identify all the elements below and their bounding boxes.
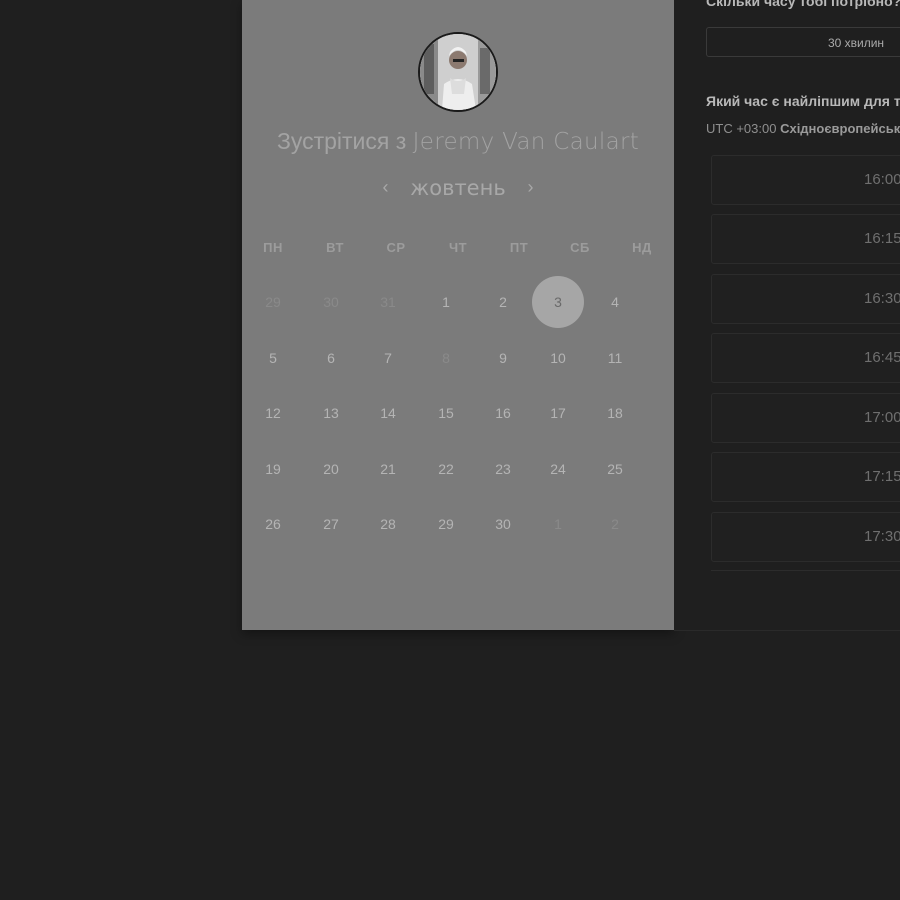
weekday-label: ПТ xyxy=(509,240,529,255)
calendar-day: 29 xyxy=(265,294,281,310)
calendar-day[interactable]: 5 xyxy=(256,350,290,366)
calendar-day[interactable]: 11 xyxy=(598,350,632,366)
calendar-day[interactable]: 6 xyxy=(314,350,348,366)
weekday-label: НД xyxy=(632,240,652,255)
weekday-label: СБ xyxy=(570,240,590,255)
calendar-day: 1 xyxy=(554,516,562,532)
calendar-day[interactable]: 25 xyxy=(598,461,632,477)
month-navigation: ‹ жовтень › xyxy=(242,176,674,201)
time-slot-button[interactable]: 17:30 xyxy=(711,512,900,562)
avatar xyxy=(418,32,498,112)
weekday-label: СР xyxy=(386,240,406,255)
calendar-day[interactable]: 2 xyxy=(486,294,520,310)
time-slot-button[interactable]: 16:45 xyxy=(711,333,900,383)
time-slot-button[interactable]: 17:15 xyxy=(711,452,900,502)
time-slot-button[interactable]: 16:00 xyxy=(711,155,900,205)
time-slot-button[interactable]: 17:00 xyxy=(711,393,900,443)
calendar-day: 30 xyxy=(323,294,339,310)
time-question: Який час є найліпшим для тебе? xyxy=(706,93,900,109)
calendar-day: 31 xyxy=(380,294,396,310)
calendar-day: 8 xyxy=(442,350,450,366)
calendar-day[interactable]: 27 xyxy=(314,516,348,532)
calendar-day[interactable]: 9 xyxy=(486,350,520,366)
avatar-photo-icon xyxy=(420,34,496,110)
scheduler-page: Зустрітися з Jeremy Van Caulart ‹ жовтен… xyxy=(0,0,900,900)
calendar-day[interactable]: 12 xyxy=(256,405,290,421)
calendar-day[interactable]: 13 xyxy=(314,405,348,421)
calendar-day[interactable]: 24 xyxy=(541,461,575,477)
calendar-day[interactable]: 22 xyxy=(429,461,463,477)
meeting-title: Зустрітися з Jeremy Van Caulart xyxy=(242,128,674,155)
meeting-title-person: Jeremy Van Caulart xyxy=(412,129,640,155)
prev-month-chevron-icon[interactable]: ‹ xyxy=(372,177,398,198)
duration-select[interactable]: 30 хвилин xyxy=(706,27,900,57)
calendar-day-selected[interactable]: 3 xyxy=(532,276,584,328)
time-selection-panel: Скільки часу тобі потрібно? 30 хвилин Як… xyxy=(674,0,900,630)
calendar-day[interactable]: 30 xyxy=(486,516,520,532)
calendar-day[interactable]: 4 xyxy=(598,294,632,310)
next-month-chevron-icon[interactable]: › xyxy=(518,177,544,198)
calendar-day[interactable]: 19 xyxy=(256,461,290,477)
calendar-day[interactable]: 14 xyxy=(371,405,405,421)
calendar-day[interactable]: 7 xyxy=(371,350,405,366)
divider xyxy=(711,570,900,571)
duration-question: Скільки часу тобі потрібно? xyxy=(706,0,900,9)
time-slot-button[interactable]: 16:30 xyxy=(711,274,900,324)
calendar-day[interactable]: 28 xyxy=(371,516,405,532)
timezone-offset: UTC +03:00 xyxy=(706,121,777,136)
calendar-day[interactable]: 21 xyxy=(371,461,405,477)
calendar-day[interactable]: 20 xyxy=(314,461,348,477)
calendar-day[interactable]: 1 xyxy=(429,294,463,310)
calendar-panel: Зустрітися з Jeremy Van Caulart ‹ жовтен… xyxy=(242,0,674,630)
calendar-day[interactable]: 23 xyxy=(486,461,520,477)
weekday-label: ПН xyxy=(263,240,283,255)
calendar-day[interactable]: 18 xyxy=(598,405,632,421)
calendar-day[interactable]: 16 xyxy=(486,405,520,421)
calendar-day[interactable]: 26 xyxy=(256,516,290,532)
weekday-label: ВТ xyxy=(326,240,344,255)
divider xyxy=(674,630,900,631)
meeting-title-prefix: Зустрітися з xyxy=(276,128,407,154)
calendar-day: 2 xyxy=(611,516,619,532)
weekday-label: ЧТ xyxy=(448,240,468,255)
timezone-selector[interactable]: UTC +03:00 Східноєвропейський час xyxy=(706,121,900,136)
time-slot-button[interactable]: 16:15 xyxy=(711,214,900,264)
month-label: жовтень xyxy=(410,176,506,200)
timezone-name: Східноєвропейський час xyxy=(780,121,900,136)
calendar-day[interactable]: 29 xyxy=(429,516,463,532)
calendar-day[interactable]: 10 xyxy=(541,350,575,366)
calendar-day[interactable]: 15 xyxy=(429,405,463,421)
calendar-day[interactable]: 17 xyxy=(541,405,575,421)
